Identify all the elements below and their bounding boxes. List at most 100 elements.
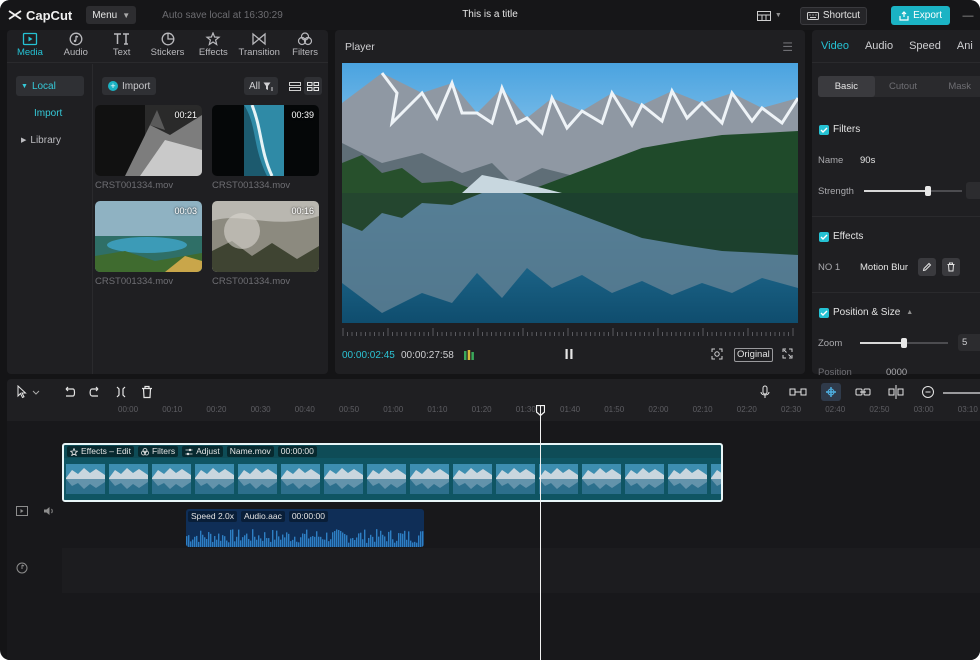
tab-audio[interactable]: Audio xyxy=(865,40,893,52)
media-duration: 00:03 xyxy=(174,206,197,216)
ruler-label: 03:00 xyxy=(913,405,934,414)
playhead-handle[interactable] xyxy=(536,405,545,416)
filters-icon xyxy=(297,32,313,46)
effects-icon xyxy=(70,447,78,456)
delete-effect-button[interactable] xyxy=(942,258,960,276)
link-clips-icon[interactable] xyxy=(789,385,807,399)
zoom-slider[interactable] xyxy=(860,338,948,348)
inspector-panel: Video Audio Speed Ani Basic Cutout Mask … xyxy=(812,30,980,378)
tab-transition[interactable]: Transition xyxy=(236,30,282,62)
redo-icon[interactable] xyxy=(88,385,102,399)
caret-down-icon: ▼ xyxy=(21,82,28,90)
sidebar-item-import[interactable]: Import xyxy=(16,103,84,123)
microphone-icon[interactable] xyxy=(758,385,772,399)
export-button[interactable]: Export xyxy=(891,6,950,25)
layout-switch-button[interactable]: ▼ xyxy=(756,10,782,21)
divider xyxy=(812,292,980,293)
clip-frame xyxy=(279,458,322,500)
current-time: 00:00:02:45 xyxy=(342,350,395,361)
video-clip[interactable]: Effects – Edit Filters Adjust Name.mov 0… xyxy=(62,443,723,502)
position-value[interactable]: 0000 xyxy=(886,367,907,378)
clip-filters-tag[interactable]: Filters xyxy=(137,446,179,457)
tab-animation[interactable]: Ani xyxy=(957,40,973,52)
tab-filters[interactable]: Filters xyxy=(282,30,328,62)
media-duration: 00:16 xyxy=(291,206,314,216)
pause-icon[interactable] xyxy=(564,348,574,360)
minimize-icon[interactable]: — xyxy=(956,10,980,22)
sidebar-item-library[interactable]: ▶ Library xyxy=(16,130,84,150)
media-item[interactable]: 00:39 CRST001334.mov xyxy=(212,105,319,191)
tab-label: Effects xyxy=(198,47,228,58)
tab-audio[interactable]: Audio xyxy=(53,30,99,62)
effects-toggle[interactable]: Effects xyxy=(819,231,863,242)
ruler-label: 00:20 xyxy=(206,405,227,414)
ruler-label: 02:30 xyxy=(781,405,802,414)
preview-axis-icon[interactable] xyxy=(888,385,904,399)
shortcut-button[interactable]: Shortcut xyxy=(799,6,868,25)
menu-button[interactable]: Menu ▼ xyxy=(86,6,137,24)
zoom-input[interactable]: 5 xyxy=(958,334,980,351)
media-icon xyxy=(22,32,38,46)
clip-adjust-tag[interactable]: Adjust xyxy=(182,446,223,457)
slider-thumb[interactable] xyxy=(924,186,931,196)
media-thumbnail: 00:16 xyxy=(212,201,319,272)
magnet-snap-icon[interactable] xyxy=(821,383,841,401)
edit-effect-button[interactable] xyxy=(918,258,936,276)
section-title: Position & Size xyxy=(833,307,901,318)
filters-toggle[interactable]: Filters xyxy=(819,124,860,135)
sidebar-item-local[interactable]: ▼ Local xyxy=(16,76,84,96)
media-thumbnail: 00:39 xyxy=(212,105,319,176)
sidebar-item-label: Import xyxy=(34,107,63,119)
ruler-label: 03:10 xyxy=(957,405,978,414)
text-icon xyxy=(113,33,129,45)
media-item[interactable]: 00:16 CRST001334.mov xyxy=(212,201,319,287)
media-item[interactable]: 00:03 CRST001334.mov xyxy=(95,201,202,287)
zoom-out-icon[interactable] xyxy=(921,385,935,399)
video-preview[interactable] xyxy=(342,63,798,323)
clip-frame xyxy=(107,458,150,500)
tab-speed[interactable]: Speed xyxy=(909,40,941,52)
strength-slider[interactable] xyxy=(864,186,962,196)
tab-text[interactable]: Text xyxy=(99,30,145,62)
grid-view-icon[interactable] xyxy=(304,77,322,95)
strength-input[interactable] xyxy=(966,182,980,199)
ratio-button[interactable]: Original xyxy=(734,348,773,362)
fullscreen-icon[interactable] xyxy=(782,348,793,359)
app-name: CapCut xyxy=(26,7,73,23)
segment-mask[interactable]: Mask xyxy=(931,76,980,97)
menu-icon[interactable]: ☰ xyxy=(782,40,793,54)
timeline-zoom-slider[interactable] xyxy=(943,392,980,394)
tab-label: Text xyxy=(112,47,131,58)
clip-effects-tag[interactable]: Effects – Edit xyxy=(67,446,134,457)
media-item[interactable]: 00:21 CRST001334.mov xyxy=(95,105,202,191)
list-view-icon[interactable] xyxy=(286,77,304,95)
filter-dropdown[interactable]: All xyxy=(244,77,279,95)
select-tool-icon[interactable] xyxy=(15,385,41,399)
tab-video[interactable]: Video xyxy=(821,40,849,52)
audio-name-tag: Audio.aac xyxy=(241,511,285,522)
playhead[interactable] xyxy=(540,406,541,660)
undo-icon[interactable] xyxy=(62,385,76,399)
ruler-label: 01:40 xyxy=(560,405,581,414)
tab-stickers[interactable]: Stickers xyxy=(145,30,191,62)
fit-screen-icon[interactable] xyxy=(711,348,723,360)
clip-tag-label: Filters xyxy=(151,446,176,456)
position-size-toggle[interactable]: Position & Size ▲ xyxy=(819,307,913,318)
player-scrubber[interactable] xyxy=(342,326,798,336)
filter-name-label: Name xyxy=(818,155,844,166)
audio-icon xyxy=(69,32,83,46)
delete-icon[interactable] xyxy=(140,385,154,399)
volume-icon[interactable] xyxy=(43,506,55,516)
segment-basic[interactable]: Basic xyxy=(818,76,875,97)
timeline-ruler[interactable]: 00:00 00:10 00:20 00:30 00:40 00:50 01:00 01:10… xyxy=(7,405,980,419)
chevron-up-icon[interactable]: ▲ xyxy=(906,309,913,316)
clip-frame xyxy=(537,458,580,500)
tab-effects[interactable]: Effects xyxy=(190,30,236,62)
segment-cutout[interactable]: Cutout xyxy=(875,76,932,97)
slider-thumb[interactable] xyxy=(901,338,907,348)
tab-media[interactable]: Media xyxy=(7,30,53,62)
split-icon[interactable] xyxy=(114,385,128,399)
audio-clip[interactable]: Speed 2.0x Audio.aac 00:00:00 xyxy=(186,509,424,547)
linkage-icon[interactable] xyxy=(855,385,871,399)
import-button[interactable]: + Import xyxy=(102,77,157,95)
